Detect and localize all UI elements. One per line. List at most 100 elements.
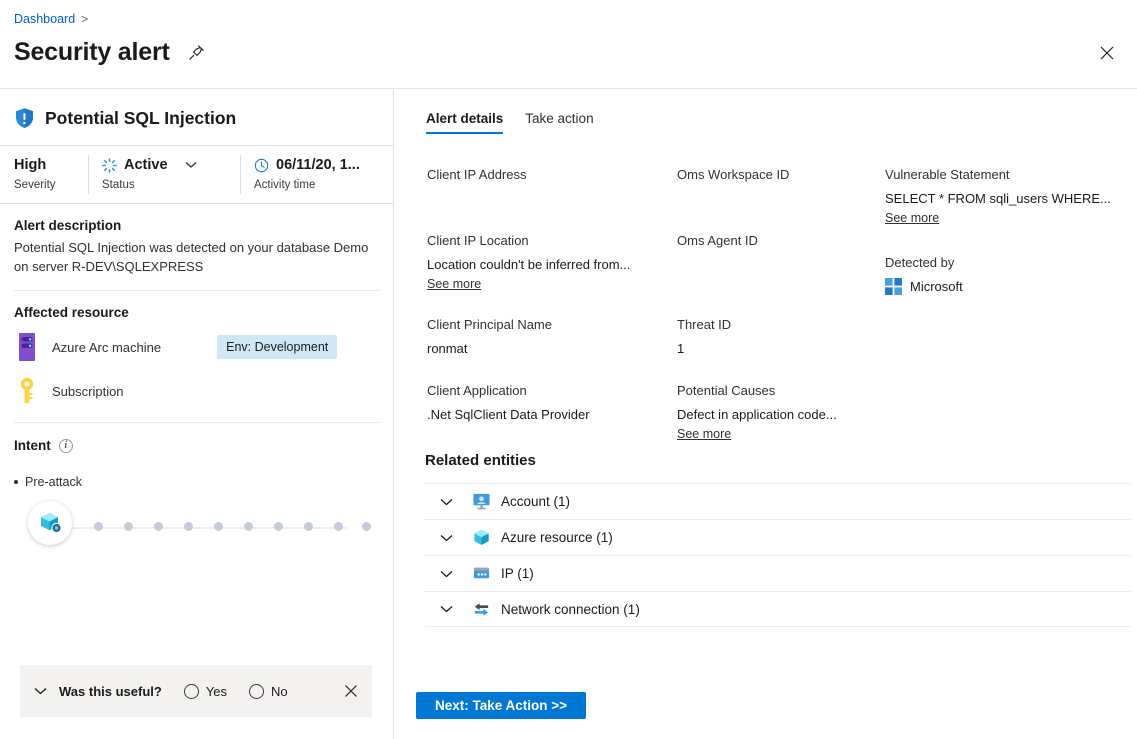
- related-entities-section: Related entities Account (1) Azure resou…: [425, 452, 1131, 627]
- field-client-principal-name: Client Principal Name ronmat: [427, 315, 677, 359]
- alert-meta-strip: High Severity Active Status 06/11/20, 1.…: [0, 146, 393, 204]
- affected-resource-item-subscription[interactable]: Subscription: [14, 374, 379, 408]
- see-more-link[interactable]: See more: [885, 209, 1127, 227]
- field-client-ip-address: Client IP Address: [427, 165, 677, 209]
- details-column-1: Client IP Address Client IP Location Loc…: [427, 165, 677, 465]
- see-more-link[interactable]: See more: [677, 425, 885, 443]
- kill-chain-dot[interactable]: [214, 522, 223, 531]
- account-monitor-icon: [467, 492, 495, 511]
- field-value: 1: [677, 341, 685, 356]
- feedback-yes-option[interactable]: Yes: [183, 683, 228, 699]
- field-value: Location couldn't be inferred from...: [427, 257, 631, 272]
- affected-resource-item-machine[interactable]: Azure Arc machine Env: Development: [14, 330, 379, 364]
- alert-details-grid: Client IP Address Client IP Location Loc…: [427, 165, 1127, 465]
- field-vulnerable-statement: Vulnerable Statement SELECT * FROM sqli_…: [885, 165, 1127, 227]
- kill-chain-dot[interactable]: [334, 522, 343, 531]
- alert-description-text: Potential SQL Injection was detected on …: [14, 240, 369, 274]
- intent-title: Intent: [14, 438, 51, 453]
- tab-alert-details[interactable]: Alert details: [426, 111, 504, 134]
- field-value: [677, 188, 885, 209]
- intent-header: Intent i: [14, 438, 379, 453]
- page-title: Security alert: [14, 38, 170, 66]
- see-more-link[interactable]: See more: [427, 275, 677, 293]
- chevron-down-icon[interactable]: [425, 534, 467, 542]
- radio-yes[interactable]: [183, 683, 199, 699]
- feedback-chevron-down-icon[interactable]: [34, 687, 47, 695]
- alert-name-row: Potential SQL Injection: [0, 89, 393, 146]
- next-take-action-button[interactable]: Next: Take Action >>: [416, 692, 586, 719]
- activity-time-label: Activity time: [254, 179, 316, 191]
- details-column-3: Vulnerable Statement SELECT * FROM sqli_…: [885, 165, 1127, 465]
- close-blade-button[interactable]: [1094, 40, 1120, 66]
- divider: [14, 290, 379, 291]
- kill-chain-dot[interactable]: [94, 522, 103, 531]
- feedback-close-icon[interactable]: [344, 684, 358, 698]
- related-entity-label: IP (1): [501, 566, 534, 581]
- tab-take-action[interactable]: Take action: [525, 111, 593, 134]
- field-oms-agent-id: Oms Agent ID: [677, 231, 885, 275]
- feedback-question: Was this useful?: [59, 683, 162, 699]
- field-label: Client IP Location: [427, 233, 529, 248]
- related-entities-title: Related entities: [425, 452, 536, 469]
- breadcrumb-link-dashboard[interactable]: Dashboard: [14, 10, 75, 28]
- kill-chain-dot[interactable]: [274, 522, 283, 531]
- chevron-down-icon[interactable]: [425, 570, 467, 578]
- status-cell[interactable]: Active Status: [88, 146, 240, 203]
- kill-chain-active-node[interactable]: [28, 501, 72, 545]
- detected-by-value: Microsoft: [910, 279, 963, 294]
- details-column-2: Oms Workspace ID Oms Agent ID Threat ID …: [677, 165, 885, 465]
- activity-time-cell: 06/11/20, 1... Activity time: [240, 146, 390, 203]
- clock-icon: [254, 158, 269, 173]
- chevron-down-icon[interactable]: [425, 498, 467, 506]
- field-client-application: Client Application .Net SqlClient Data P…: [427, 381, 677, 425]
- field-value: Defect in application code...: [677, 407, 837, 422]
- field-label: Client IP Address: [427, 167, 527, 182]
- field-label: Threat ID: [677, 317, 732, 332]
- activity-time-value-row: 06/11/20, 1...: [254, 155, 377, 175]
- field-label: Potential Causes: [677, 383, 776, 398]
- feedback-no-label: No: [271, 683, 288, 699]
- status-chevron-down-icon[interactable]: [185, 161, 197, 169]
- status-value: Active: [124, 157, 168, 173]
- page-title-row: Security alert: [14, 36, 208, 68]
- field-label: Oms Workspace ID: [677, 167, 790, 182]
- key-icon: [14, 376, 40, 406]
- related-entity-row-azure-resource[interactable]: Azure resource (1): [425, 519, 1131, 555]
- related-entity-row-account[interactable]: Account (1): [425, 483, 1131, 519]
- field-label: Client Application: [427, 383, 527, 398]
- related-entity-row-network-connection[interactable]: Network connection (1): [425, 591, 1131, 627]
- field-label: Oms Agent ID: [677, 233, 758, 248]
- related-entity-label: Account (1): [501, 494, 571, 509]
- kill-chain-dot[interactable]: [184, 522, 193, 531]
- kill-chain-dot[interactable]: [304, 522, 313, 531]
- divider: [14, 422, 379, 423]
- bullet-icon: [14, 480, 18, 484]
- related-entity-label: Network connection (1): [501, 601, 640, 617]
- kill-chain-dot[interactable]: [362, 522, 371, 531]
- detected-by-value-row: Microsoft: [885, 278, 1127, 295]
- feedback-no-option[interactable]: No: [249, 683, 288, 699]
- network-arrows-icon: [467, 600, 495, 619]
- pin-icon[interactable]: [186, 41, 208, 63]
- severity-value: High: [14, 157, 47, 173]
- related-entity-row-ip[interactable]: IP (1): [425, 555, 1131, 591]
- tab-strip: Alert details Take action: [395, 89, 1137, 134]
- affected-resource-title: Affected resource: [14, 305, 129, 320]
- field-label: Vulnerable Statement: [885, 167, 1010, 182]
- security-alert-blade: Dashboard > Security alert Potential SQL…: [0, 0, 1137, 739]
- field-label: Detected by: [885, 255, 955, 270]
- feedback-yes-label: Yes: [205, 683, 228, 699]
- affected-resource-label: Azure Arc machine: [52, 339, 162, 355]
- kill-chain-dot[interactable]: [124, 522, 133, 531]
- kill-chain-dot[interactable]: [244, 522, 253, 531]
- chevron-down-icon[interactable]: [425, 605, 467, 613]
- radio-no[interactable]: [249, 683, 265, 699]
- kill-chain-dot[interactable]: [154, 522, 163, 531]
- info-icon[interactable]: i: [58, 438, 73, 453]
- spinner-icon: [102, 157, 117, 173]
- field-value: [427, 188, 677, 209]
- status-value-row: Active: [102, 155, 227, 175]
- activity-time-value: 06/11/20, 1...: [276, 157, 360, 173]
- field-label: Client Principal Name: [427, 317, 552, 332]
- intent-stage-label: Pre-attack: [25, 475, 82, 489]
